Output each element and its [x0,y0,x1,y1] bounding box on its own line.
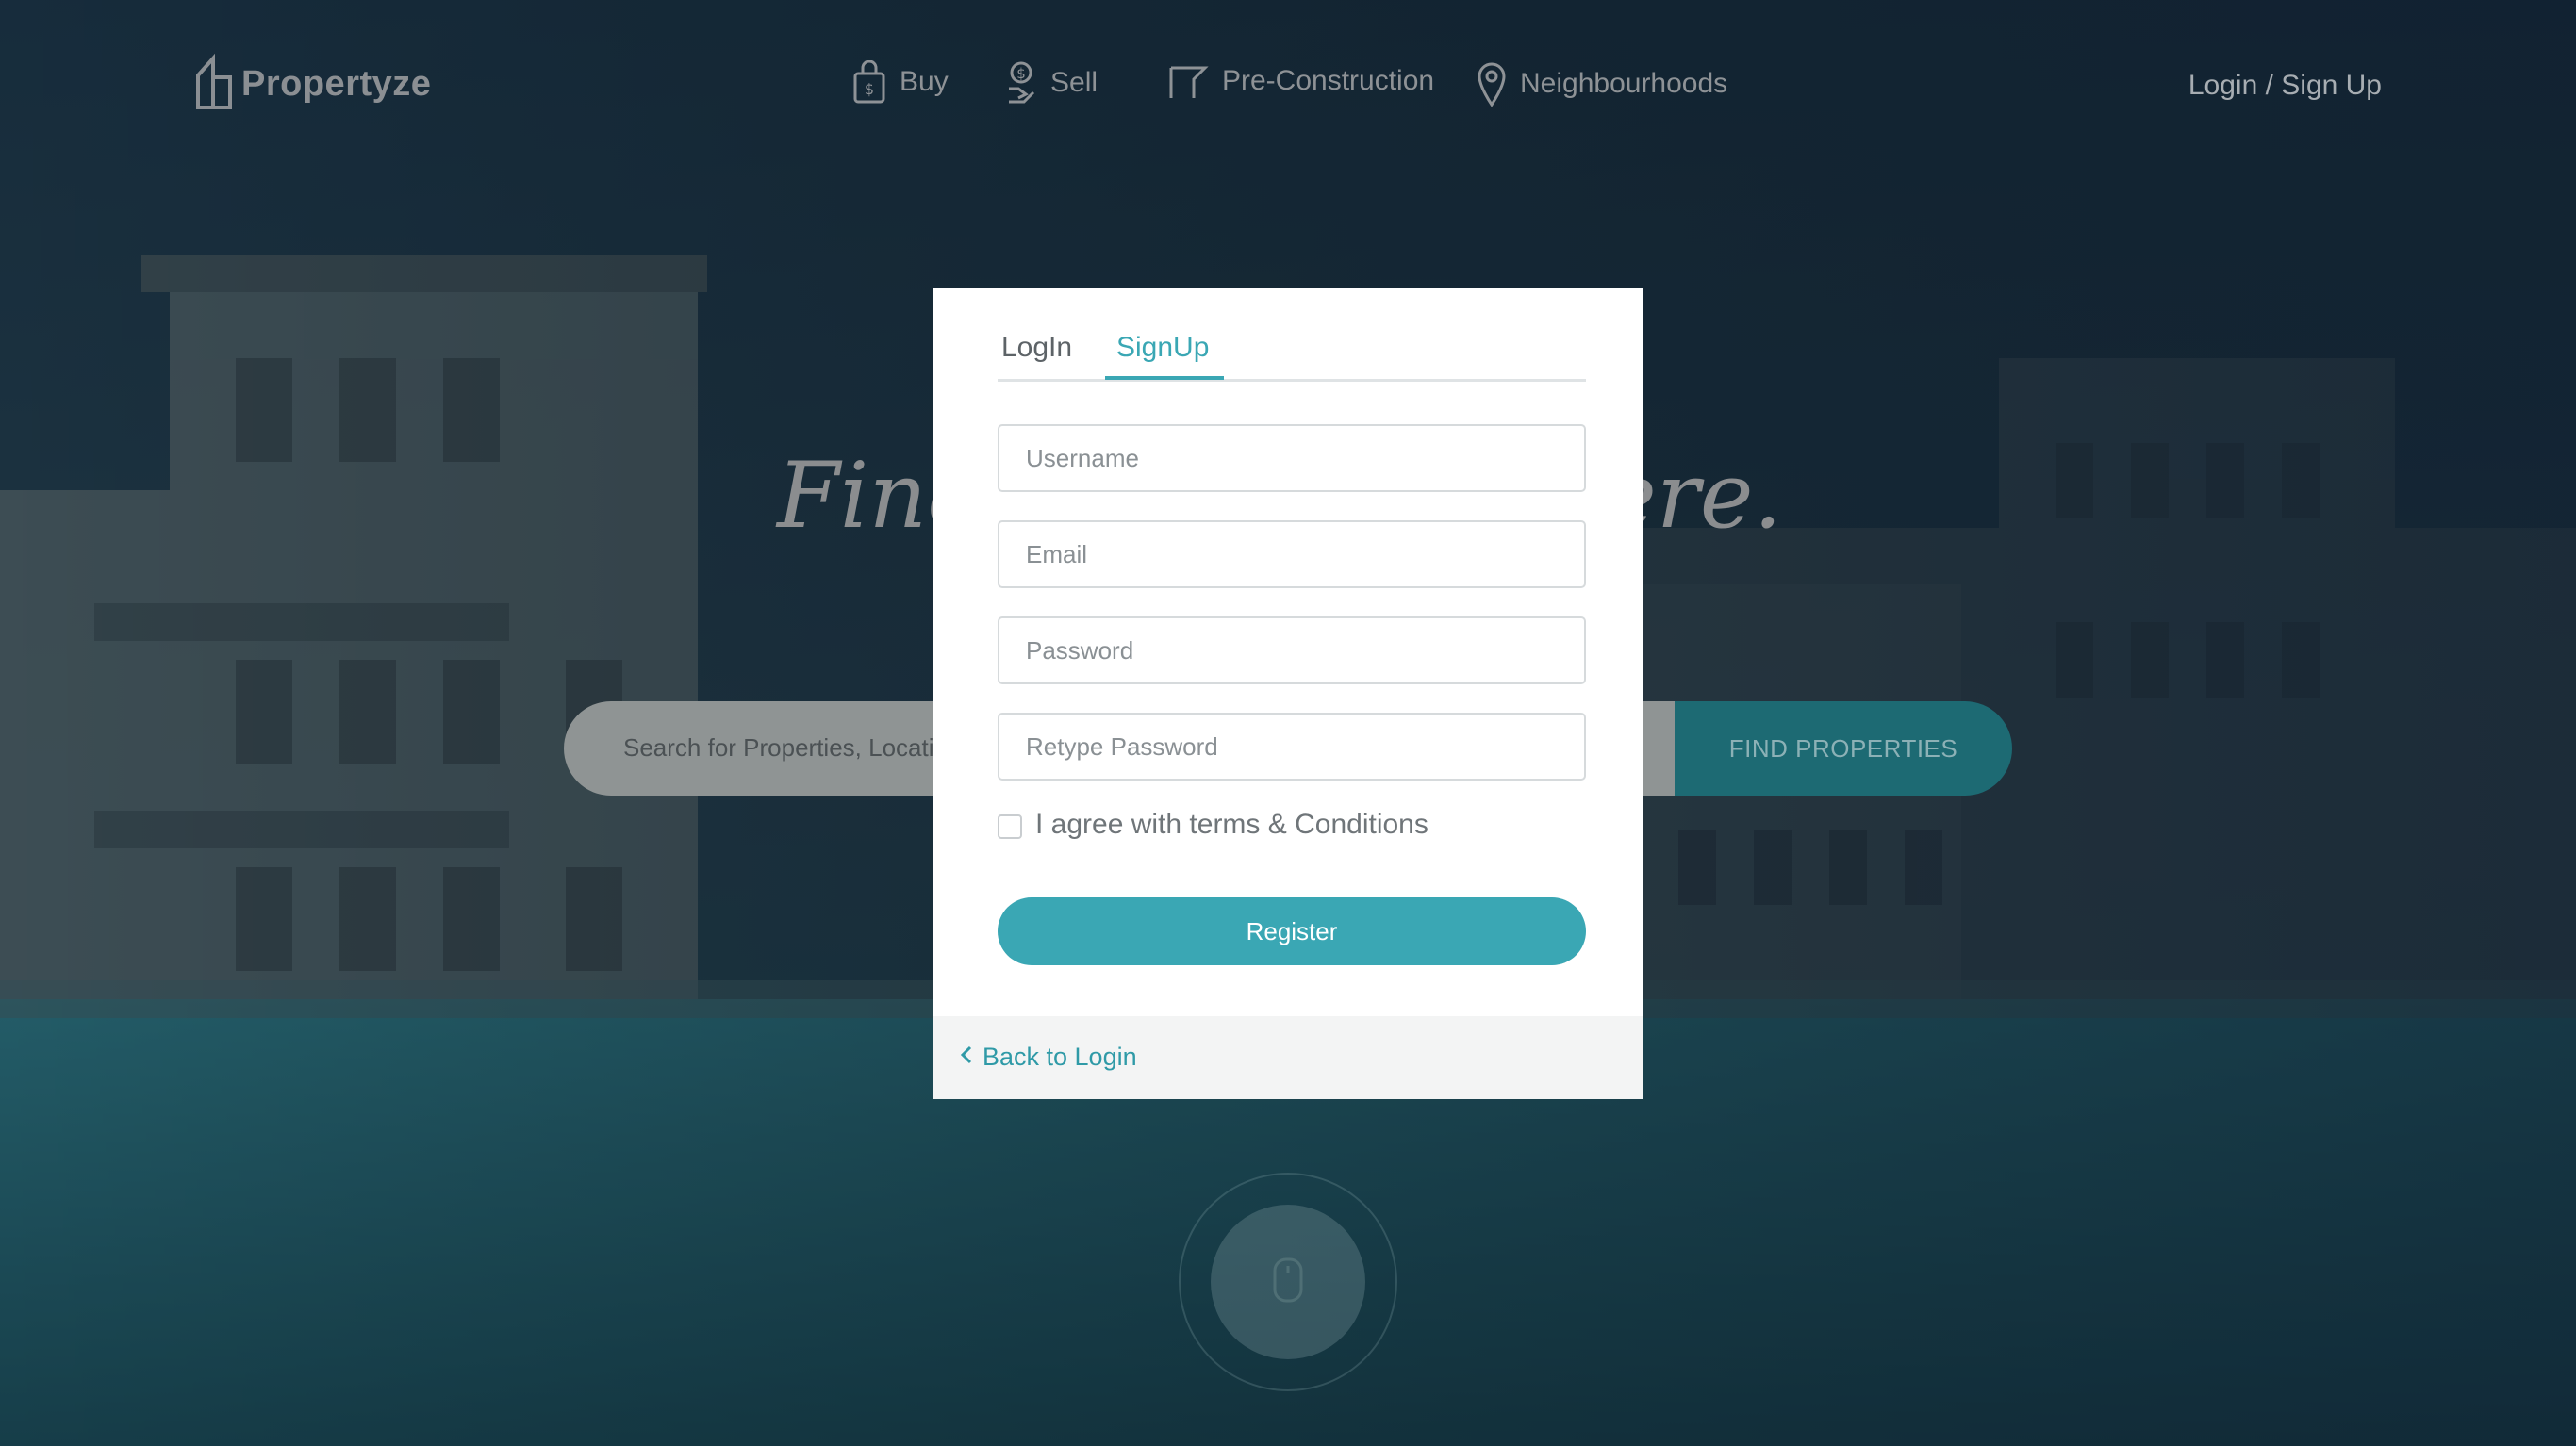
username-field[interactable] [998,424,1586,492]
nav-pre-construction-label: Pre-Construction [1222,65,1435,96]
building-logo-icon [192,53,236,116]
nav-sell[interactable]: $ Sell [1005,60,1098,106]
svg-text:$: $ [865,80,874,98]
hand-money-icon: $ [1005,60,1037,106]
active-tab-indicator [1105,376,1224,380]
nav-buy-label: Buy [900,66,949,97]
login-signup-link[interactable]: Login / Sign Up [2188,70,2382,102]
mouse-icon [1272,1257,1304,1308]
scroll-down-button[interactable] [1211,1205,1365,1359]
nav-pre-construction[interactable]: Pre-Construction [1167,60,1434,102]
site-logo[interactable]: Propertyze [192,53,431,116]
nav-sell-label: Sell [1050,67,1098,98]
svg-text:$: $ [1016,65,1026,82]
back-to-login-label: Back to Login [983,1043,1137,1071]
find-properties-button[interactable]: FIND PROPERTIES [1675,701,2012,796]
nav-neighbourhoods[interactable]: Neighbourhoods [1477,60,1727,107]
terms-label: I agree with terms & Conditions [1035,809,1428,840]
terms-checkbox[interactable] [998,814,1022,839]
shopping-bag-icon: $ [852,60,886,104]
construction-icon [1167,60,1209,102]
map-pin-icon [1477,60,1507,107]
back-to-login-link[interactable]: Back to Login [960,1043,1137,1072]
tab-login[interactable]: LogIn [1001,332,1072,364]
nav-buy[interactable]: $ Buy [852,60,949,104]
email-field[interactable] [998,520,1586,588]
modal-footer: Back to Login [933,1016,1643,1099]
signup-modal: LogIn SignUp I agree with terms & Condit… [933,288,1643,1099]
search-input[interactable]: Search for Properties, Locati [623,733,934,763]
password-field[interactable] [998,616,1586,684]
logo-text: Propertyze [241,64,432,104]
retype-password-field[interactable] [998,713,1586,781]
nav-neighbourhoods-label: Neighbourhoods [1520,68,1728,99]
tab-signup[interactable]: SignUp [1116,332,1209,364]
chevron-left-icon [960,1043,973,1072]
register-button[interactable]: Register [998,897,1586,965]
modal-tabs: LogIn SignUp [998,332,1586,382]
